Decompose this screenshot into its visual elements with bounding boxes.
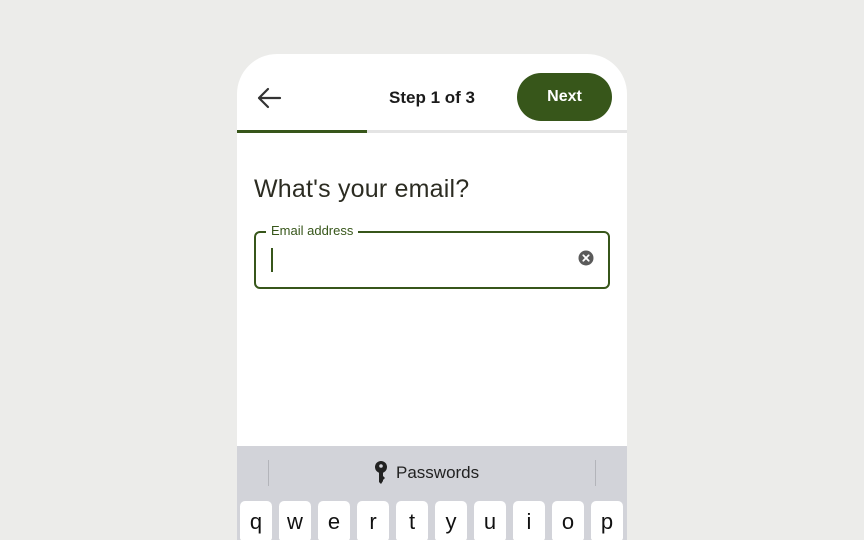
clear-circle-icon — [578, 250, 594, 266]
clear-button[interactable] — [578, 250, 594, 266]
key-o[interactable]: o — [552, 501, 584, 540]
keyboard-suggestion-bar: Passwords — [237, 446, 627, 498]
key-q[interactable]: q — [240, 501, 272, 540]
key-r[interactable]: r — [357, 501, 389, 540]
key-e[interactable]: e — [318, 501, 350, 540]
email-field[interactable]: Email address — [254, 223, 610, 289]
key-p[interactable]: p — [591, 501, 623, 540]
key-icon — [375, 461, 387, 484]
key-i[interactable]: i — [513, 501, 545, 540]
email-field-label: Email address — [266, 223, 359, 238]
app-screen: Step 1 of 3 Next What's your email? Emai… — [237, 54, 627, 540]
progress-fill — [237, 130, 367, 133]
progress-bar — [237, 130, 627, 133]
key-w[interactable]: w — [279, 501, 311, 540]
suggestion-divider — [595, 460, 596, 486]
email-input[interactable] — [270, 243, 564, 279]
top-bar: Step 1 of 3 Next — [237, 54, 627, 130]
passwords-suggestion[interactable]: Passwords — [374, 460, 479, 486]
text-caret — [271, 248, 273, 272]
keyboard: Passwords qwertyuiop — [237, 446, 627, 540]
key-u[interactable]: u — [474, 501, 506, 540]
passwords-label: Passwords — [396, 463, 480, 482]
key-t[interactable]: t — [396, 501, 428, 540]
key-y[interactable]: y — [435, 501, 467, 540]
next-button[interactable]: Next — [517, 73, 612, 121]
suggestion-divider — [268, 460, 269, 486]
page-title: What's your email? — [254, 175, 470, 203]
